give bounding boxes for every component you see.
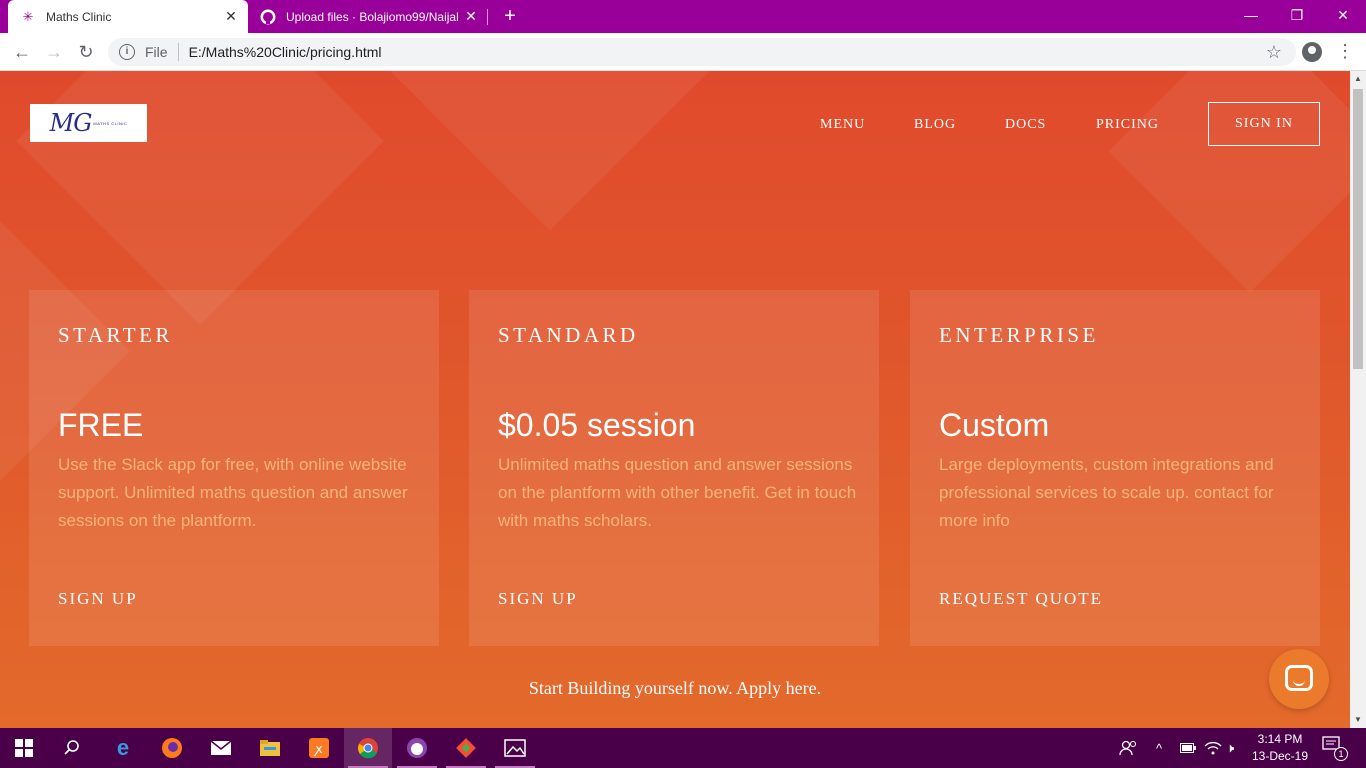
battery-icon[interactable] <box>1180 728 1196 768</box>
tab-title: Upload files · Bolajiomo99/Naijal <box>286 9 459 24</box>
notification-icon[interactable]: 1 <box>1322 736 1348 761</box>
plan-price: $0.05 session <box>498 407 696 443</box>
windows-start-icon[interactable] <box>0 728 48 768</box>
background-shape <box>380 71 720 231</box>
windows-taskbar: e ꭗ ^ 🕨 3:14 PM 13-Dec-19 1 <box>0 728 1366 768</box>
tab-upload-files[interactable]: Upload files · Bolajiomo99/Naijal ✕ <box>248 0 488 33</box>
bookmark-star-icon[interactable]: ☆ <box>1266 42 1282 63</box>
minimize-button[interactable]: — <box>1228 0 1274 30</box>
volume-icon[interactable]: 🕨 <box>1226 728 1234 768</box>
nav-pricing-link[interactable]: PRICING <box>1096 117 1159 133</box>
search-icon[interactable] <box>48 728 96 768</box>
pricing-card-starter: STARTER FREE Use the Slack app for free,… <box>29 290 439 646</box>
restore-button[interactable]: ❐ <box>1274 0 1320 30</box>
scrollbar-thumb[interactable] <box>1353 89 1363 369</box>
browser-toolbar: ← → ↻ i File E:/Maths%20Clinic/pricing.h… <box>0 33 1366 71</box>
photos-icon[interactable] <box>491 728 539 768</box>
request-quote-button[interactable]: REQUEST QUOTE <box>939 589 1103 609</box>
notification-badge: 1 <box>1334 747 1348 761</box>
people-icon[interactable] <box>1118 728 1138 768</box>
info-icon[interactable]: i <box>119 44 135 60</box>
mail-icon[interactable] <box>197 728 245 768</box>
scheme-label: File <box>145 44 168 60</box>
wifi-icon[interactable] <box>1204 728 1222 768</box>
close-window-button[interactable]: ✕ <box>1320 0 1366 30</box>
sign-up-button[interactable]: SIGN UP <box>498 589 578 609</box>
clock-date: 13-Dec-19 <box>1251 749 1309 763</box>
address-bar[interactable]: i File E:/Maths%20Clinic/pricing.html ☆ <box>108 38 1296 66</box>
tab-divider <box>487 9 488 25</box>
pricing-card-enterprise: ENTERPRISE Custom Large deployments, cus… <box>910 290 1320 646</box>
scroll-down-arrow-icon[interactable]: ▼ <box>1350 712 1366 728</box>
chat-icon <box>1285 665 1313 691</box>
maths-clinic-favicon-icon: ✳ <box>22 8 34 24</box>
address-separator <box>177 43 179 61</box>
logo-mark: MG <box>49 109 93 137</box>
edge-icon[interactable]: e <box>99 728 147 768</box>
profile-icon[interactable] <box>1302 42 1322 62</box>
url-text[interactable]: E:/Maths%20Clinic/pricing.html <box>189 44 382 60</box>
plan-description: Unlimited maths question and answer sess… <box>498 455 857 530</box>
apply-here-link[interactable]: Start Building yourself now. Apply here. <box>0 678 1350 699</box>
plan-price: Custom <box>939 407 1050 443</box>
tab-title: Maths Clinic <box>46 9 112 24</box>
file-explorer-icon[interactable] <box>246 728 294 768</box>
firefox-icon[interactable] <box>148 728 196 768</box>
nav-blog-link[interactable]: BLOG <box>914 117 956 133</box>
plan-name: ENTERPRISE <box>939 323 1099 347</box>
more-menu-icon[interactable]: ⋮ <box>1336 40 1354 64</box>
chevron-up-icon[interactable]: ^ <box>1156 728 1162 768</box>
xampp-icon[interactable]: ꭗ <box>295 728 343 768</box>
git-icon[interactable] <box>442 728 490 768</box>
taskbar-clock[interactable]: 3:14 PM 13-Dec-19 <box>1248 731 1312 765</box>
svg-text:ꭗ: ꭗ <box>314 742 323 757</box>
close-icon[interactable]: ✕ <box>220 8 242 25</box>
tab-maths-clinic[interactable]: ✳ Maths Clinic ✕ <box>8 0 248 33</box>
plan-description: Large deployments, custom integrations a… <box>939 455 1274 530</box>
forward-button[interactable]: → <box>42 40 66 64</box>
plan-name: STARTER <box>58 323 173 347</box>
clock-time: 3:14 PM <box>1257 732 1303 746</box>
page-scrollbar[interactable]: ▲ ▼ <box>1350 71 1366 728</box>
new-tab-button[interactable]: + <box>498 4 522 28</box>
browser-tab-strip: ✳ Maths Clinic ✕ Upload files · Bolajiom… <box>0 0 1366 33</box>
pricing-page: MG MATHS CLINIC MENU BLOG DOCS PRICING S… <box>0 71 1350 728</box>
back-button[interactable]: ← <box>10 40 34 64</box>
github-icon <box>260 9 276 25</box>
nav-menu-link[interactable]: MENU <box>820 117 865 133</box>
sign-up-button[interactable]: SIGN UP <box>58 589 138 609</box>
nav-docs-link[interactable]: DOCS <box>1005 117 1046 133</box>
plan-description: Use the Slack app for free, with online … <box>58 455 408 530</box>
plan-name: STANDARD <box>498 323 639 347</box>
site-logo[interactable]: MG MATHS CLINIC <box>30 104 147 142</box>
plan-price: FREE <box>58 407 144 443</box>
chat-launcher-button[interactable] <box>1269 649 1329 709</box>
pricing-card-standard: STANDARD $0.05 session Unlimited maths q… <box>469 290 879 646</box>
sign-in-button[interactable]: SIGN IN <box>1208 102 1320 146</box>
scroll-up-arrow-icon[interactable]: ▲ <box>1350 71 1366 87</box>
reload-button[interactable]: ↻ <box>74 40 98 64</box>
chrome-icon[interactable] <box>344 728 392 768</box>
logo-small-text: MATHS CLINIC <box>93 120 128 126</box>
close-icon[interactable]: ✕ <box>460 8 482 25</box>
github-desktop-icon[interactable] <box>393 728 441 768</box>
